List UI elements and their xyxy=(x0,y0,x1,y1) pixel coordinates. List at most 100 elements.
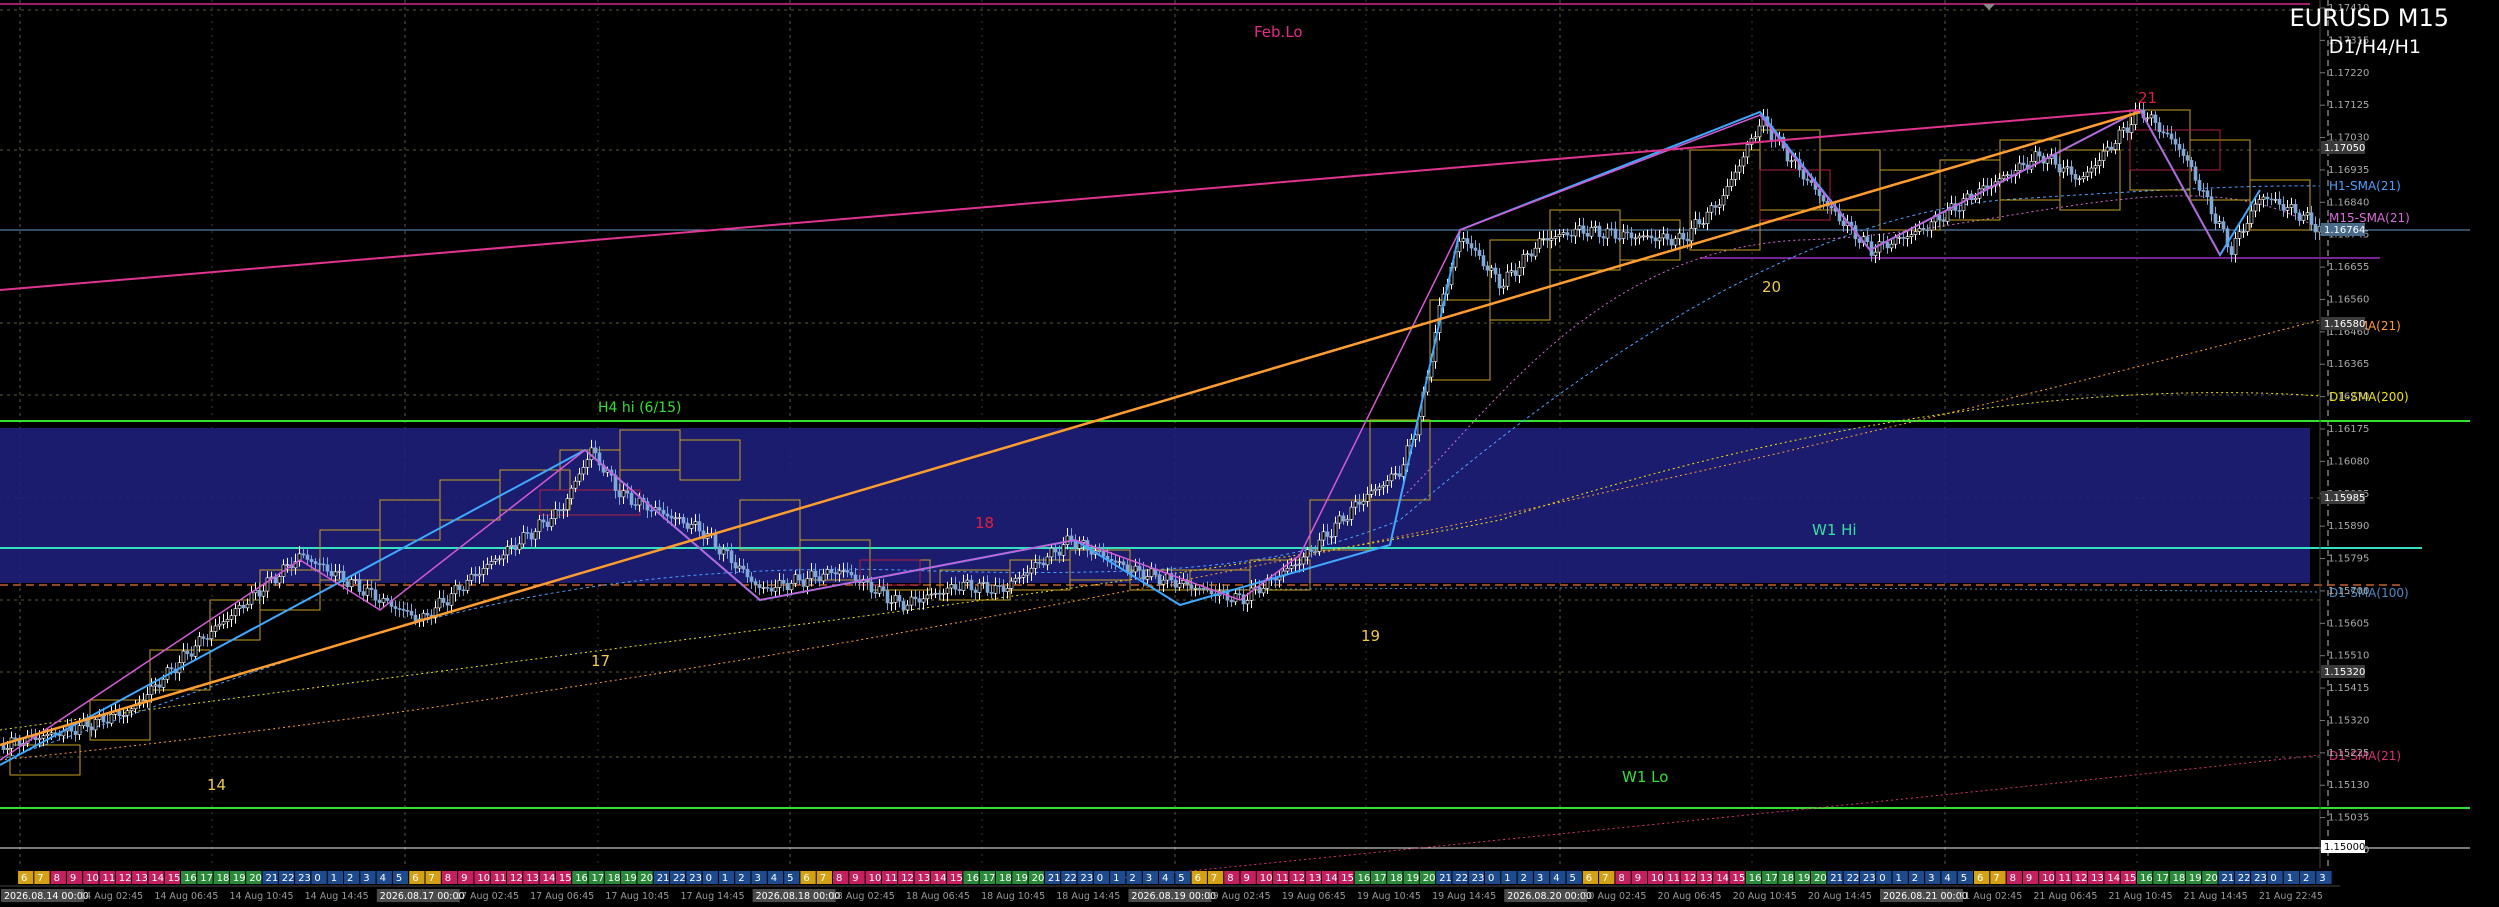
hour-cell-label: 4 xyxy=(1944,873,1950,884)
candle-body xyxy=(2121,127,2126,131)
hour-cell-label: 8 xyxy=(836,873,842,884)
candle-body xyxy=(585,459,590,468)
candle-body xyxy=(153,684,158,687)
candle-body xyxy=(1357,501,1362,505)
candle-body xyxy=(501,554,506,560)
candle-body xyxy=(157,684,162,688)
candle-body xyxy=(697,521,702,532)
candle-body xyxy=(117,711,122,716)
candle-body xyxy=(469,573,474,581)
candle-body xyxy=(477,573,482,577)
candle-body xyxy=(2269,198,2274,201)
hour-cell-label: 4 xyxy=(380,873,386,884)
candle-body xyxy=(801,579,806,587)
candle-body xyxy=(837,570,842,575)
hour-cell-label: 2 xyxy=(2303,873,2309,884)
hour-cell-label: 19 xyxy=(1407,873,1420,884)
hour-cell-label: 8 xyxy=(1618,873,1624,884)
candle-body xyxy=(1129,571,1134,573)
time-tick-label: 20 Aug 02:45 xyxy=(1582,891,1646,902)
candle-body xyxy=(1457,241,1462,253)
candle-body xyxy=(89,726,94,731)
candle-body xyxy=(369,587,374,590)
candle-body xyxy=(1741,156,1746,167)
candle-body xyxy=(1573,228,1578,237)
candle-body xyxy=(885,590,890,604)
time-tick-label: 21 Aug 22:45 xyxy=(2259,891,2323,902)
hour-cell-label: 4 xyxy=(771,873,777,884)
candle-body xyxy=(1133,565,1138,573)
candle-body xyxy=(1401,464,1406,477)
time-tick-label: 19 Aug 14:45 xyxy=(1432,891,1496,902)
candle-body xyxy=(13,737,18,740)
candle-body xyxy=(2005,174,2010,177)
m15-sma-label: M15-SMA(21) xyxy=(2329,211,2410,225)
candle-body xyxy=(1017,577,1022,579)
candle-body xyxy=(545,521,550,527)
candle-body xyxy=(1713,205,1718,208)
candle-body xyxy=(1541,238,1546,240)
candle-body xyxy=(1709,205,1714,213)
candle-body xyxy=(273,576,278,584)
candle-body xyxy=(465,579,470,591)
chart-window[interactable]: Feb.Lo H4 hi (6/15) W1 Hi W1 Lo 14 17 18… xyxy=(0,0,2499,907)
candle-body xyxy=(893,595,898,603)
w1-lo-label: W1 Lo xyxy=(1622,768,1668,786)
hour-cell-label: 21 xyxy=(1048,873,1061,884)
price-tick-label: 1.17220 xyxy=(2328,68,2369,79)
price-tick-label: 1.16560 xyxy=(2328,294,2369,305)
hour-cell-label: 23 xyxy=(1863,873,1876,884)
candle-body xyxy=(1141,569,1146,580)
hour-cell-label: 11 xyxy=(885,873,898,884)
hour-cell-label: 1 xyxy=(722,873,728,884)
candle-body xyxy=(1161,579,1166,585)
price-chart-canvas[interactable]: Feb.Lo H4 hi (6/15) W1 Hi W1 Lo 14 17 18… xyxy=(0,0,2499,907)
candle-body xyxy=(1173,579,1178,588)
candle-body xyxy=(1377,486,1382,490)
hour-cell-label: 0 xyxy=(706,873,712,884)
candle-body xyxy=(2085,171,2090,177)
day-21-label: 21 xyxy=(2138,89,2157,107)
candle-body xyxy=(2229,246,2234,255)
candle-body xyxy=(1801,169,1806,180)
hour-cell-label: 22 xyxy=(282,873,295,884)
hour-cell-label: 16 xyxy=(1358,873,1371,884)
hour-cell-label: 6 xyxy=(412,873,418,884)
candle-body xyxy=(201,636,206,639)
candle-body xyxy=(1945,209,1950,222)
candle-body xyxy=(1513,270,1518,276)
candle-body xyxy=(45,733,50,736)
candle-body xyxy=(737,565,742,569)
candle-body xyxy=(769,587,774,592)
candle-body xyxy=(677,517,682,519)
candle-body xyxy=(2233,238,2238,255)
hour-cell-label: 15 xyxy=(1733,873,1746,884)
candle-body xyxy=(1485,265,1490,271)
candle-body xyxy=(1633,237,1638,240)
candle-body xyxy=(1597,225,1602,237)
candle-body xyxy=(725,548,730,552)
candle-body xyxy=(521,532,526,545)
candle-body xyxy=(2109,146,2114,150)
price-tick-label: 1.16365 xyxy=(2328,359,2369,370)
price-badge-label: 1.15320 xyxy=(2324,667,2365,678)
candle-body xyxy=(1305,549,1310,558)
hour-cell-label: 8 xyxy=(1227,873,1233,884)
hour-cell-label: 19 xyxy=(2189,873,2202,884)
hour-cell-label: 19 xyxy=(624,873,637,884)
candle-body xyxy=(349,579,354,587)
candle-body xyxy=(1525,253,1530,256)
candle-body xyxy=(1317,539,1322,552)
hour-cell-label: 1 xyxy=(331,873,337,884)
candle-body xyxy=(969,579,974,591)
candle-body xyxy=(2261,196,2266,200)
time-tick-label: 19 Aug 02:45 xyxy=(1207,891,1271,902)
candle-body xyxy=(461,589,466,592)
h4-hi-label: H4 hi (6/15) xyxy=(598,400,681,416)
candle-body xyxy=(713,533,718,548)
candle-body xyxy=(1937,215,1942,221)
candle-body xyxy=(937,592,942,595)
candle-body xyxy=(689,524,694,529)
candle-body xyxy=(1465,238,1470,244)
candle-body xyxy=(825,569,830,575)
